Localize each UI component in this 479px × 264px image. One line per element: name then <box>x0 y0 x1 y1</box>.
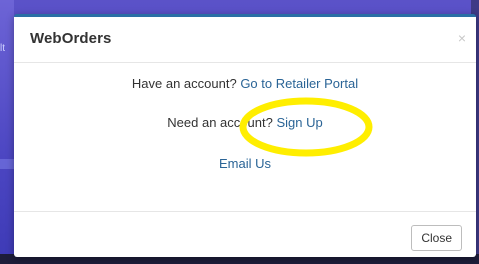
modal-footer: Close <box>14 211 476 257</box>
email-line: Email Us <box>14 156 476 171</box>
email-us-link[interactable]: Email Us <box>219 156 271 171</box>
background-element-fragment <box>0 159 14 169</box>
modal-body: Have an account? Go to Retailer Portal N… <box>14 63 476 211</box>
account-line: Have an account? Go to Retailer Portal <box>14 76 476 91</box>
close-button[interactable]: Close <box>411 225 462 251</box>
sign-up-link[interactable]: Sign Up <box>276 115 322 130</box>
signup-prompt-text: Need an account? <box>167 115 273 130</box>
background-text-fragment: lt <box>0 43 5 54</box>
modal-header: WebOrders × <box>14 17 476 63</box>
weborders-modal: WebOrders × Have an account? Go to Retai… <box>14 14 476 257</box>
close-icon[interactable]: × <box>458 30 466 46</box>
account-prompt-text: Have an account? <box>131 76 237 91</box>
signup-line: Need an account? Sign Up <box>14 115 476 130</box>
modal-title: WebOrders <box>30 30 112 47</box>
backdrop-left-strip <box>0 0 14 264</box>
retailer-portal-link[interactable]: Go to Retailer Portal <box>240 76 358 91</box>
